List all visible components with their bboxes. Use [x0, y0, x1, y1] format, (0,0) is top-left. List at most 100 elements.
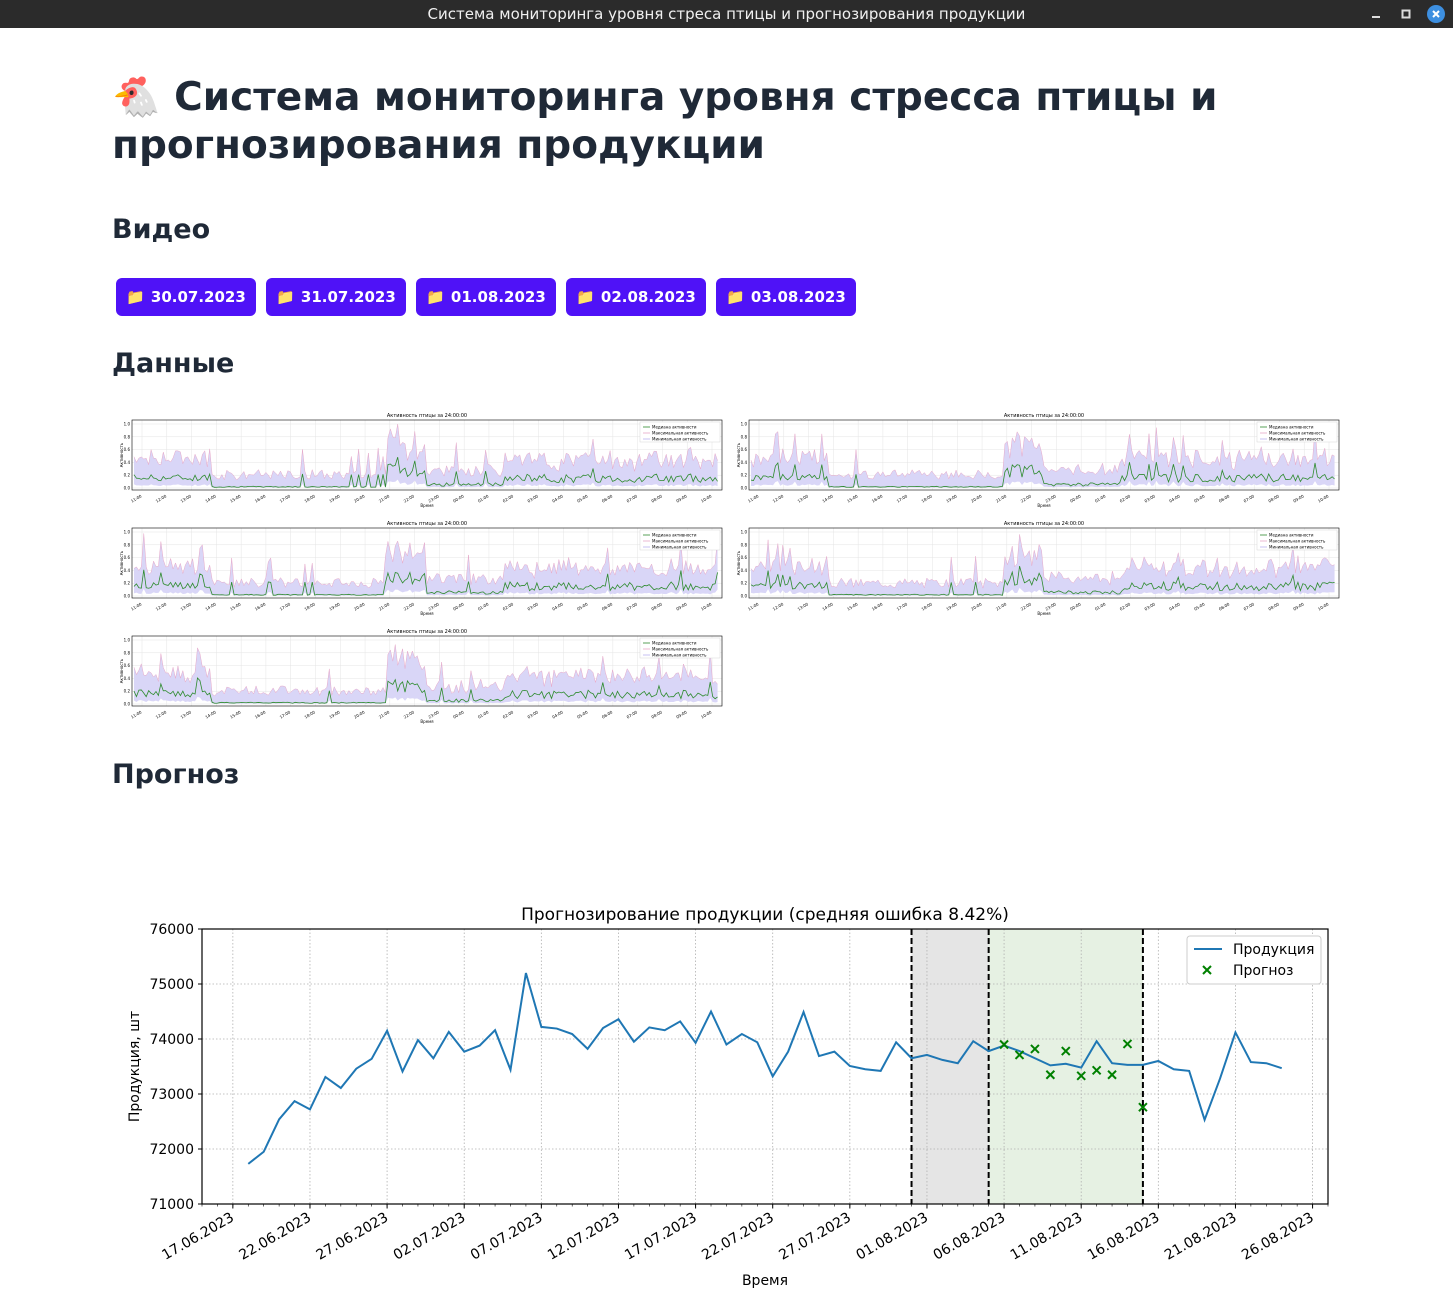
forecast-y-axis-label: Продукция, шт [127, 1011, 143, 1122]
activity-ylabel: Активность [120, 658, 124, 683]
activity-legend-label: Медиана активности [652, 641, 697, 646]
forecast-chart-title: Прогнозирование продукции (средняя ошибк… [521, 905, 1009, 925]
page-title: 🐔 Система мониторинга уровня стресса пти… [112, 74, 1352, 170]
activity-xlabel: Время [1037, 503, 1051, 508]
activity-xtick: 15:00 [229, 601, 242, 611]
activity-xtick: 09:00 [1292, 601, 1305, 611]
activity-xtick: 18:00 [303, 709, 316, 719]
page-title-text: Система мониторинга уровня стресса птицы… [112, 75, 1218, 168]
activity-xtick: 13:00 [180, 601, 193, 611]
activity-ytick: 0.2 [124, 473, 131, 478]
activity-xtick: 00:00 [1069, 493, 1082, 503]
activity-xtick: 16:00 [254, 601, 267, 611]
activity-legend: Медиана активностиМаксимальная активност… [1256, 529, 1338, 551]
activity-ylabel: Активность [737, 442, 741, 467]
activity-xtick: 20:00 [353, 493, 366, 503]
activity-ytick: 0.4 [741, 568, 748, 573]
activity-legend-label: Медиана активности [1269, 425, 1314, 430]
activity-xtick: 07:00 [1243, 493, 1256, 503]
activity-xtick: 00:00 [452, 709, 465, 719]
activity-xtick: 20:00 [353, 601, 366, 611]
activity-ytick: 1.0 [124, 422, 131, 427]
activity-xtick: 20:00 [970, 601, 983, 611]
activity-xtick: 18:00 [920, 601, 933, 611]
activity-xtick: 17:00 [896, 601, 909, 611]
activity-legend-label: Максимальная активность [652, 539, 709, 544]
forecast-shaded-region [988, 929, 1143, 1204]
forecast-xtick-label: 26.08.2023 [1239, 1210, 1316, 1264]
chicken-icon: 🐔 [112, 75, 161, 120]
activity-chart: Активность птицы за 24:00:00 0.0 0.2 0.4 0.6… [119, 410, 724, 510]
activity-xtick: 05:00 [1193, 601, 1206, 611]
activity-xtick: 13:00 [797, 493, 810, 503]
activity-legend-label: Минимальная активность [1269, 437, 1324, 442]
activity-xtick: 01:00 [1094, 493, 1107, 503]
activity-xtick: 10:00 [700, 601, 713, 611]
activity-xtick: 12:00 [772, 493, 785, 503]
window-titlebar: Система мониторинга уровня стреса птицы … [0, 0, 1453, 28]
activity-xtick: 00:00 [452, 601, 465, 611]
folder-label: 01.08.2023 [450, 288, 546, 306]
activity-legend-label: Медиана активности [652, 425, 697, 430]
forecast-xtick-label: 07.07.2023 [468, 1210, 545, 1264]
activity-xtick: 06:00 [601, 601, 614, 611]
activity-chart-title: Активность птицы за 24:00:00 [1004, 521, 1084, 527]
activity-ylabel: Активность [120, 550, 124, 575]
activity-xtick: 17:00 [279, 601, 292, 611]
close-icon[interactable] [1427, 5, 1445, 23]
activity-xtick: 17:00 [896, 493, 909, 503]
activity-xtick: 08:00 [1267, 601, 1280, 611]
activity-xtick: 19:00 [328, 493, 341, 503]
activity-legend: Медиана активностиМаксимальная активност… [1256, 421, 1338, 443]
activity-xtick: 01:00 [477, 709, 490, 719]
minimize-icon[interactable] [1367, 5, 1385, 23]
main-content: 🐔 Система мониторинга уровня стресса пти… [112, 74, 1352, 1289]
activity-xtick: 11:00 [747, 493, 760, 503]
folder-button-01.08.2023[interactable]: 📁 01.08.2023 [416, 278, 556, 316]
activity-xtick: 15:00 [846, 601, 859, 611]
activity-xtick: 03:00 [527, 493, 540, 503]
activity-legend-label: Медиана активности [652, 533, 697, 538]
activity-xtick: 13:00 [797, 601, 810, 611]
activity-xtick: 12:00 [155, 601, 168, 611]
folder-icon: 📁 [426, 288, 445, 306]
activity-xtick: 21:00 [995, 601, 1008, 611]
activity-chart-title: Активность птицы за 24:00:00 [387, 521, 467, 527]
activity-ytick: 0.0 [124, 486, 131, 491]
forecast-xtick-label: 12.07.2023 [545, 1210, 622, 1264]
activity-xtick: 05:00 [1193, 493, 1206, 503]
activity-xtick: 19:00 [328, 709, 341, 719]
forecast-x-axis-label: Время [742, 1273, 788, 1289]
folder-button-31.07.2023[interactable]: 📁 31.07.2023 [266, 278, 406, 316]
maximize-icon[interactable] [1397, 5, 1415, 23]
activity-xtick: 10:00 [1317, 493, 1330, 503]
forecast-ytick-label: 73000 [149, 1087, 194, 1103]
activity-xtick: 21:00 [995, 493, 1008, 503]
folder-button-02.08.2023[interactable]: 📁 02.08.2023 [566, 278, 706, 316]
forecast-xtick-label: 11.08.2023 [1008, 1210, 1085, 1264]
folder-button-30.07.2023[interactable]: 📁 30.07.2023 [116, 278, 256, 316]
activity-xtick: 12:00 [155, 493, 168, 503]
forecast-xtick-label: 22.07.2023 [699, 1210, 776, 1264]
activity-legend-label: Минимальная активность [1269, 545, 1324, 550]
activity-ytick: 0.0 [741, 486, 748, 491]
folder-icon: 📁 [576, 288, 595, 306]
activity-xtick: 05:00 [576, 709, 589, 719]
activity-xtick: 01:00 [477, 493, 490, 503]
activity-ytick: 0.4 [124, 568, 131, 573]
activity-xtick: 22:00 [1020, 493, 1033, 503]
folder-button-03.08.2023[interactable]: 📁 03.08.2023 [716, 278, 856, 316]
window-title: Система мониторинга уровня стреса птицы … [427, 5, 1026, 23]
activity-xtick: 14:00 [204, 601, 217, 611]
activity-chart-svg: Активность птицы за 24:00:00 0.0 0.2 0.4 0.6… [119, 413, 723, 508]
activity-xtick: 14:00 [204, 493, 217, 503]
activity-xtick: 04:00 [551, 709, 564, 719]
activity-ytick: 0.2 [741, 581, 748, 586]
activity-xtick: 02:00 [1119, 493, 1132, 503]
activity-xtick: 11:00 [130, 709, 143, 719]
video-folder-list: 📁 30.07.2023 📁 31.07.2023 📁 01.08.2023 📁 02.08.… [116, 278, 856, 316]
forecast-xtick-label: 02.07.2023 [391, 1210, 468, 1264]
activity-legend-label: Максимальная активность [1269, 539, 1326, 544]
activity-xtick: 09:00 [675, 493, 688, 503]
activity-xlabel: Время [1037, 611, 1051, 616]
